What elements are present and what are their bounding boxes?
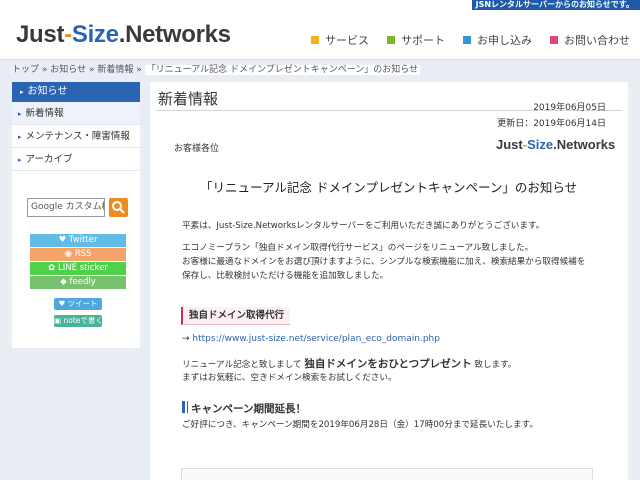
feedly-label: feedly: [69, 277, 96, 287]
breadcrumb-separator: »: [39, 65, 51, 75]
article-paragraph: エコノミープラン「独自ドメイン取得代行サービス」のページをリニューアル致しました…: [182, 243, 534, 253]
line-sticker-label: LINE sticker: [58, 263, 108, 273]
sidebar-heading[interactable]: ▸ お知らせ: [12, 82, 140, 102]
article-paragraph: まずはお気軽に、空きドメイン検索をお試しください。: [182, 373, 397, 383]
chevron-right-icon: ▸: [18, 133, 22, 141]
custom-search-input[interactable]: Google カスタム検索: [27, 198, 105, 217]
nav-contact-square-icon: [550, 36, 558, 44]
twitter-link[interactable]: ♥ Twitter: [30, 234, 126, 247]
chevron-right-icon: ▸: [18, 110, 22, 118]
sidebar-item-maintenance[interactable]: ▸ メンテナンス・障害情報: [12, 125, 140, 148]
nav-apply[interactable]: お申し込み: [463, 32, 532, 48]
logo-text-size: Size: [71, 21, 119, 48]
campaign-extension-title: キャンペーン期間延長！: [191, 403, 306, 415]
sidebar-heading-label: お知らせ: [27, 86, 68, 97]
top-notice[interactable]: JSNレンタルサーバーからのお知らせです。: [472, 0, 640, 10]
rss-link[interactable]: ◉ RSS: [30, 248, 126, 261]
arrow-right-icon: →: [182, 334, 193, 344]
global-nav: サービス サポート お申し込み お問い合わせ: [293, 32, 630, 48]
breadcrumb-current: 「リニューアル記念 ドメインプレゼントキャンペーン」のお知らせ: [144, 65, 421, 75]
mini-logo-networks: Networks: [556, 137, 616, 152]
chevron-right-icon: ▸: [20, 88, 24, 96]
breadcrumb-news[interactable]: 新着情報: [97, 65, 133, 75]
nav-support[interactable]: サポート: [387, 32, 445, 48]
sidebar: ▸ お知らせ ▸ 新着情報 ▸ メンテナンス・障害情報 ▸ アーカイブ Google カ…: [12, 82, 140, 348]
article-paragraph: ご好評につき、キャンペーン期間を2019年06月28日（金）17時00分まで延長…: [182, 420, 538, 430]
line-sticker-link[interactable]: ✿ LINE sticker: [30, 262, 126, 275]
twitter-label: Twitter: [68, 235, 98, 245]
note-label: noteで書く: [63, 316, 103, 325]
greeting: お客様各位: [174, 144, 220, 154]
article-paragraph: お客様に最適なドメインをお選び頂けますように、シンプルな検索機能に加え、検索結果…: [182, 257, 586, 267]
nav-service-square-icon: [311, 36, 319, 44]
top-notice-bar: JSNレンタルサーバーからのお知らせです。: [0, 0, 640, 10]
breadcrumb-notice[interactable]: お知らせ: [50, 65, 86, 75]
sidebar-item-news[interactable]: ▸ 新着情報: [12, 102, 140, 125]
feedly-link[interactable]: ◆ feedly: [30, 276, 126, 289]
twitter-bird-icon: ♥: [58, 299, 68, 308]
breadcrumb-separator: »: [133, 65, 145, 75]
rss-icon: ◉: [64, 249, 75, 259]
nav-contact[interactable]: お問い合わせ: [550, 32, 630, 48]
paw-icon: ✿: [48, 263, 58, 273]
heading-bar-icon: [182, 401, 185, 413]
article-logo: Just-Size.Networks: [496, 137, 615, 152]
nav-service-label: サービス: [325, 34, 369, 47]
heading-bar-icon: [187, 401, 188, 413]
search-icon: [112, 201, 125, 214]
tweet-button[interactable]: ♥ ツイート: [54, 298, 102, 310]
post-date: 2019年06月05日: [533, 103, 606, 113]
search-button[interactable]: [109, 198, 128, 217]
article-paragraph: 保存し、比較検討いただける機能を追加致しました。: [182, 271, 389, 281]
tweet-label: ツイート: [67, 299, 98, 308]
article-paragraph: 平素は、Just-Size.Networksレンタルサーバーをご利用いただき誠に…: [182, 221, 545, 231]
updated-date: 更新日：2019年06月14日: [497, 119, 606, 129]
paragraph-text: 致します。: [471, 360, 517, 370]
mini-logo-just: Just: [496, 137, 523, 152]
main-content: 新着情報 2019年06月05日 更新日：2019年06月14日 お客様各位 J…: [150, 82, 628, 480]
article-heading: 「リニューアル記念 ドメインプレゼントキャンペーン」のお知らせ: [200, 180, 578, 195]
sidebar-item-archive[interactable]: ▸ アーカイブ: [12, 148, 140, 171]
sidebar-item-label: アーカイブ: [25, 154, 73, 165]
nav-service[interactable]: サービス: [311, 32, 369, 48]
campaign-extension-heading: キャンペーン期間延長！: [182, 401, 306, 416]
article-paragraph: リニューアル記念と致しまして 独自ドメインをおひとつプレゼント 致します。: [182, 358, 516, 372]
paragraph-text: リニューアル記念と致しまして: [182, 360, 305, 370]
site-header: Just-Size.Networks サービス サポート お申し込み お問い合わ…: [0, 10, 640, 60]
nav-apply-square-icon: [463, 36, 471, 44]
domain-link-row: → https://www.just-size.net/service/plan…: [182, 334, 440, 344]
sidebar-item-label: メンテナンス・障害情報: [25, 131, 130, 142]
section-title: 独自ドメイン取得代行: [181, 307, 291, 325]
paragraph-emphasis: 独自ドメインをおひとつプレゼント: [304, 358, 472, 370]
nav-contact-label: お問い合わせ: [564, 34, 630, 47]
breadcrumb: トップ » お知らせ » 新着情報 » 「リニューアル記念 ドメインプレゼントキ…: [12, 62, 421, 75]
twitter-icon: ♥: [58, 235, 69, 245]
domain-service-link[interactable]: https://www.just-size.net/service/plan_e…: [192, 334, 440, 344]
logo-text-dash: -: [64, 21, 72, 48]
page-title: 新着情報: [158, 90, 219, 108]
breadcrumb-separator: »: [86, 65, 98, 75]
site-logo[interactable]: Just-Size.Networks: [16, 21, 231, 49]
feedly-icon: ◆: [60, 277, 70, 287]
nav-support-square-icon: [387, 36, 395, 44]
breadcrumb-top[interactable]: トップ: [12, 65, 39, 75]
logo-text-networks: Networks: [125, 21, 231, 48]
nav-support-label: サポート: [401, 34, 445, 47]
content-box: [181, 468, 593, 480]
nav-apply-label: お申し込み: [477, 34, 532, 47]
sidebar-item-label: 新着情報: [25, 108, 64, 119]
rss-label: RSS: [74, 249, 92, 259]
mini-logo-size: Size: [527, 137, 554, 152]
chevron-right-icon: ▸: [18, 156, 22, 164]
note-button[interactable]: ▣ noteで書く: [54, 315, 103, 327]
logo-text-just: Just: [16, 21, 65, 48]
